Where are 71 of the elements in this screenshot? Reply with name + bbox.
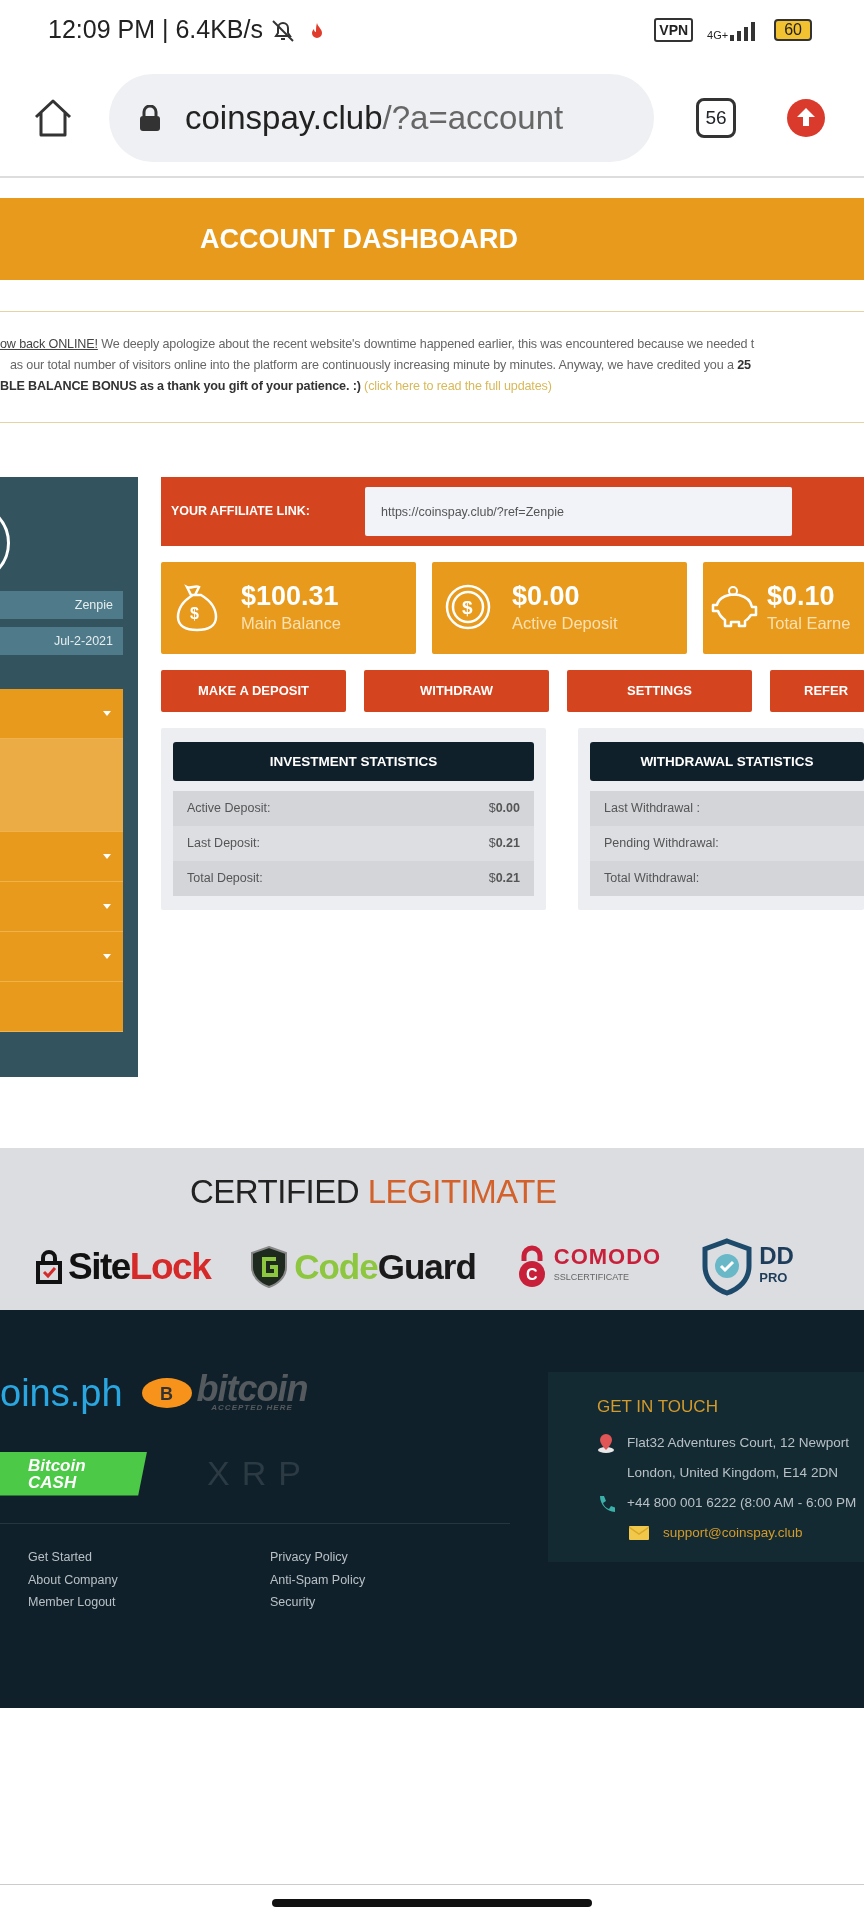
- bitcoin-cash-logo: Bitcoin CASH: [0, 1451, 147, 1496]
- status-time: 12:09 PM | 6.4KB/s: [48, 14, 263, 46]
- contact-title: GET IN TOUCH: [597, 1396, 719, 1418]
- home-indicator[interactable]: [272, 1899, 592, 1907]
- action-button[interactable]: WITHDRAW: [364, 670, 549, 712]
- footer-link[interactable]: Privacy Policy: [270, 1546, 348, 1569]
- stat-label: Total Earne: [767, 613, 851, 634]
- battery-indicator: 60: [774, 19, 812, 41]
- section-title: CERTIFIED LEGITIMATE: [189, 1172, 558, 1212]
- row-value: $0.21: [488, 870, 520, 887]
- row-label: Total Deposit:: [187, 870, 263, 887]
- padlock-icon: [36, 1250, 62, 1284]
- lock-icon: [139, 105, 161, 131]
- envelope-icon: [629, 1525, 649, 1540]
- stat-label: Active Deposit: [512, 613, 618, 634]
- notice-text: BLE BALANCE BONUS as a thank you gift of your patience. :) (click here to read the full updates): [0, 378, 553, 395]
- caret-icon: [103, 854, 111, 859]
- stat-amount: $0.10: [767, 581, 836, 611]
- stat-label: Main Balance: [241, 613, 341, 634]
- stat-amount: $100.31: [241, 581, 340, 611]
- vpn-indicator: VPN: [654, 18, 694, 42]
- home-icon[interactable]: [32, 97, 74, 139]
- row-label: Pending Withdrawal:: [604, 835, 719, 852]
- panel-header: WITHDRAWAL STATISTICS: [590, 742, 864, 781]
- coinsph-logo: oins.ph: [0, 1372, 123, 1414]
- footer-link[interactable]: Member Logout: [28, 1591, 116, 1614]
- address-text: London, United Kingdom, E14 2DN: [627, 1463, 838, 1482]
- page-banner: ACCOUNT DASHBOARD: [0, 198, 864, 280]
- row-value: $0.00: [488, 800, 520, 817]
- affiliate-link-field[interactable]: https://coinspay.club/?ref=Zenpie: [365, 487, 792, 536]
- footer-link[interactable]: About Company: [28, 1568, 118, 1591]
- affiliate-label: YOUR AFFILIATE LINK:: [171, 503, 311, 521]
- footer-link[interactable]: Security: [270, 1591, 316, 1614]
- caret-icon: [103, 954, 111, 959]
- address-text: Flat32 Adventures Court, 12 Newport: [627, 1433, 850, 1452]
- row-label: Last Deposit:: [187, 835, 260, 852]
- notice-link[interactable]: ow back ONLINE!: [0, 337, 98, 351]
- footer-link[interactable]: Get Started: [28, 1546, 92, 1569]
- shield-icon: [250, 1246, 289, 1288]
- phone-text: +44 800 001 6222 (8:00 AM - 6:00 PM: [627, 1493, 857, 1512]
- row-label: Active Deposit:: [187, 800, 271, 817]
- upload-icon[interactable]: [786, 98, 826, 138]
- ddos-logo: DD PRO: [759, 1245, 794, 1287]
- row-value: $0.21: [488, 835, 520, 852]
- notice-text: as our total number of visitors online into the platform are continuously increasing minute by minutes. Anyway, we have credited you a 25: [9, 357, 752, 374]
- bitcoin-coin-icon: B: [140, 1377, 193, 1409]
- caret-icon: [103, 711, 111, 716]
- notice-text: ow back ONLINE! We deeply apologize about the recent website's downtime happened earlier, this was encountered because we needed t: [0, 336, 756, 353]
- email-link[interactable]: support@coinspay.club: [663, 1517, 803, 1548]
- action-button[interactable]: REFER: [770, 670, 864, 712]
- username-field: Zenpie: [0, 591, 123, 619]
- address-bar[interactable]: coinspay.club/?a=account: [109, 74, 654, 162]
- url-text: coinspay.club/?a=account: [185, 98, 564, 139]
- flame-icon: [310, 22, 323, 38]
- codeguard-logo: CodeGuard: [294, 1245, 476, 1288]
- action-button[interactable]: SETTINGS: [567, 670, 752, 712]
- panel-header: INVESTMENT STATISTICS: [173, 742, 534, 781]
- location-pin-icon: [597, 1432, 615, 1453]
- row-label: Last Withdrawal :: [604, 800, 700, 817]
- comodo-logo: COMODO SSLCERTIFICATE: [553, 1247, 662, 1284]
- row-label: Total Withdrawal:: [604, 870, 700, 887]
- network-type: 4G+: [707, 30, 729, 41]
- caret-icon: [103, 904, 111, 909]
- action-button[interactable]: MAKE A DEPOSIT: [161, 670, 346, 712]
- join-date-field: Jul-2-2021: [0, 627, 123, 655]
- shield-check-icon: [701, 1238, 754, 1296]
- tab-count-button[interactable]: 56: [696, 98, 736, 138]
- footer-link[interactable]: Anti-Spam Policy: [270, 1568, 366, 1591]
- phone-icon: [597, 1493, 615, 1512]
- sitelock-logo: SiteLock: [68, 1245, 211, 1290]
- stat-amount: $0.00: [512, 581, 581, 611]
